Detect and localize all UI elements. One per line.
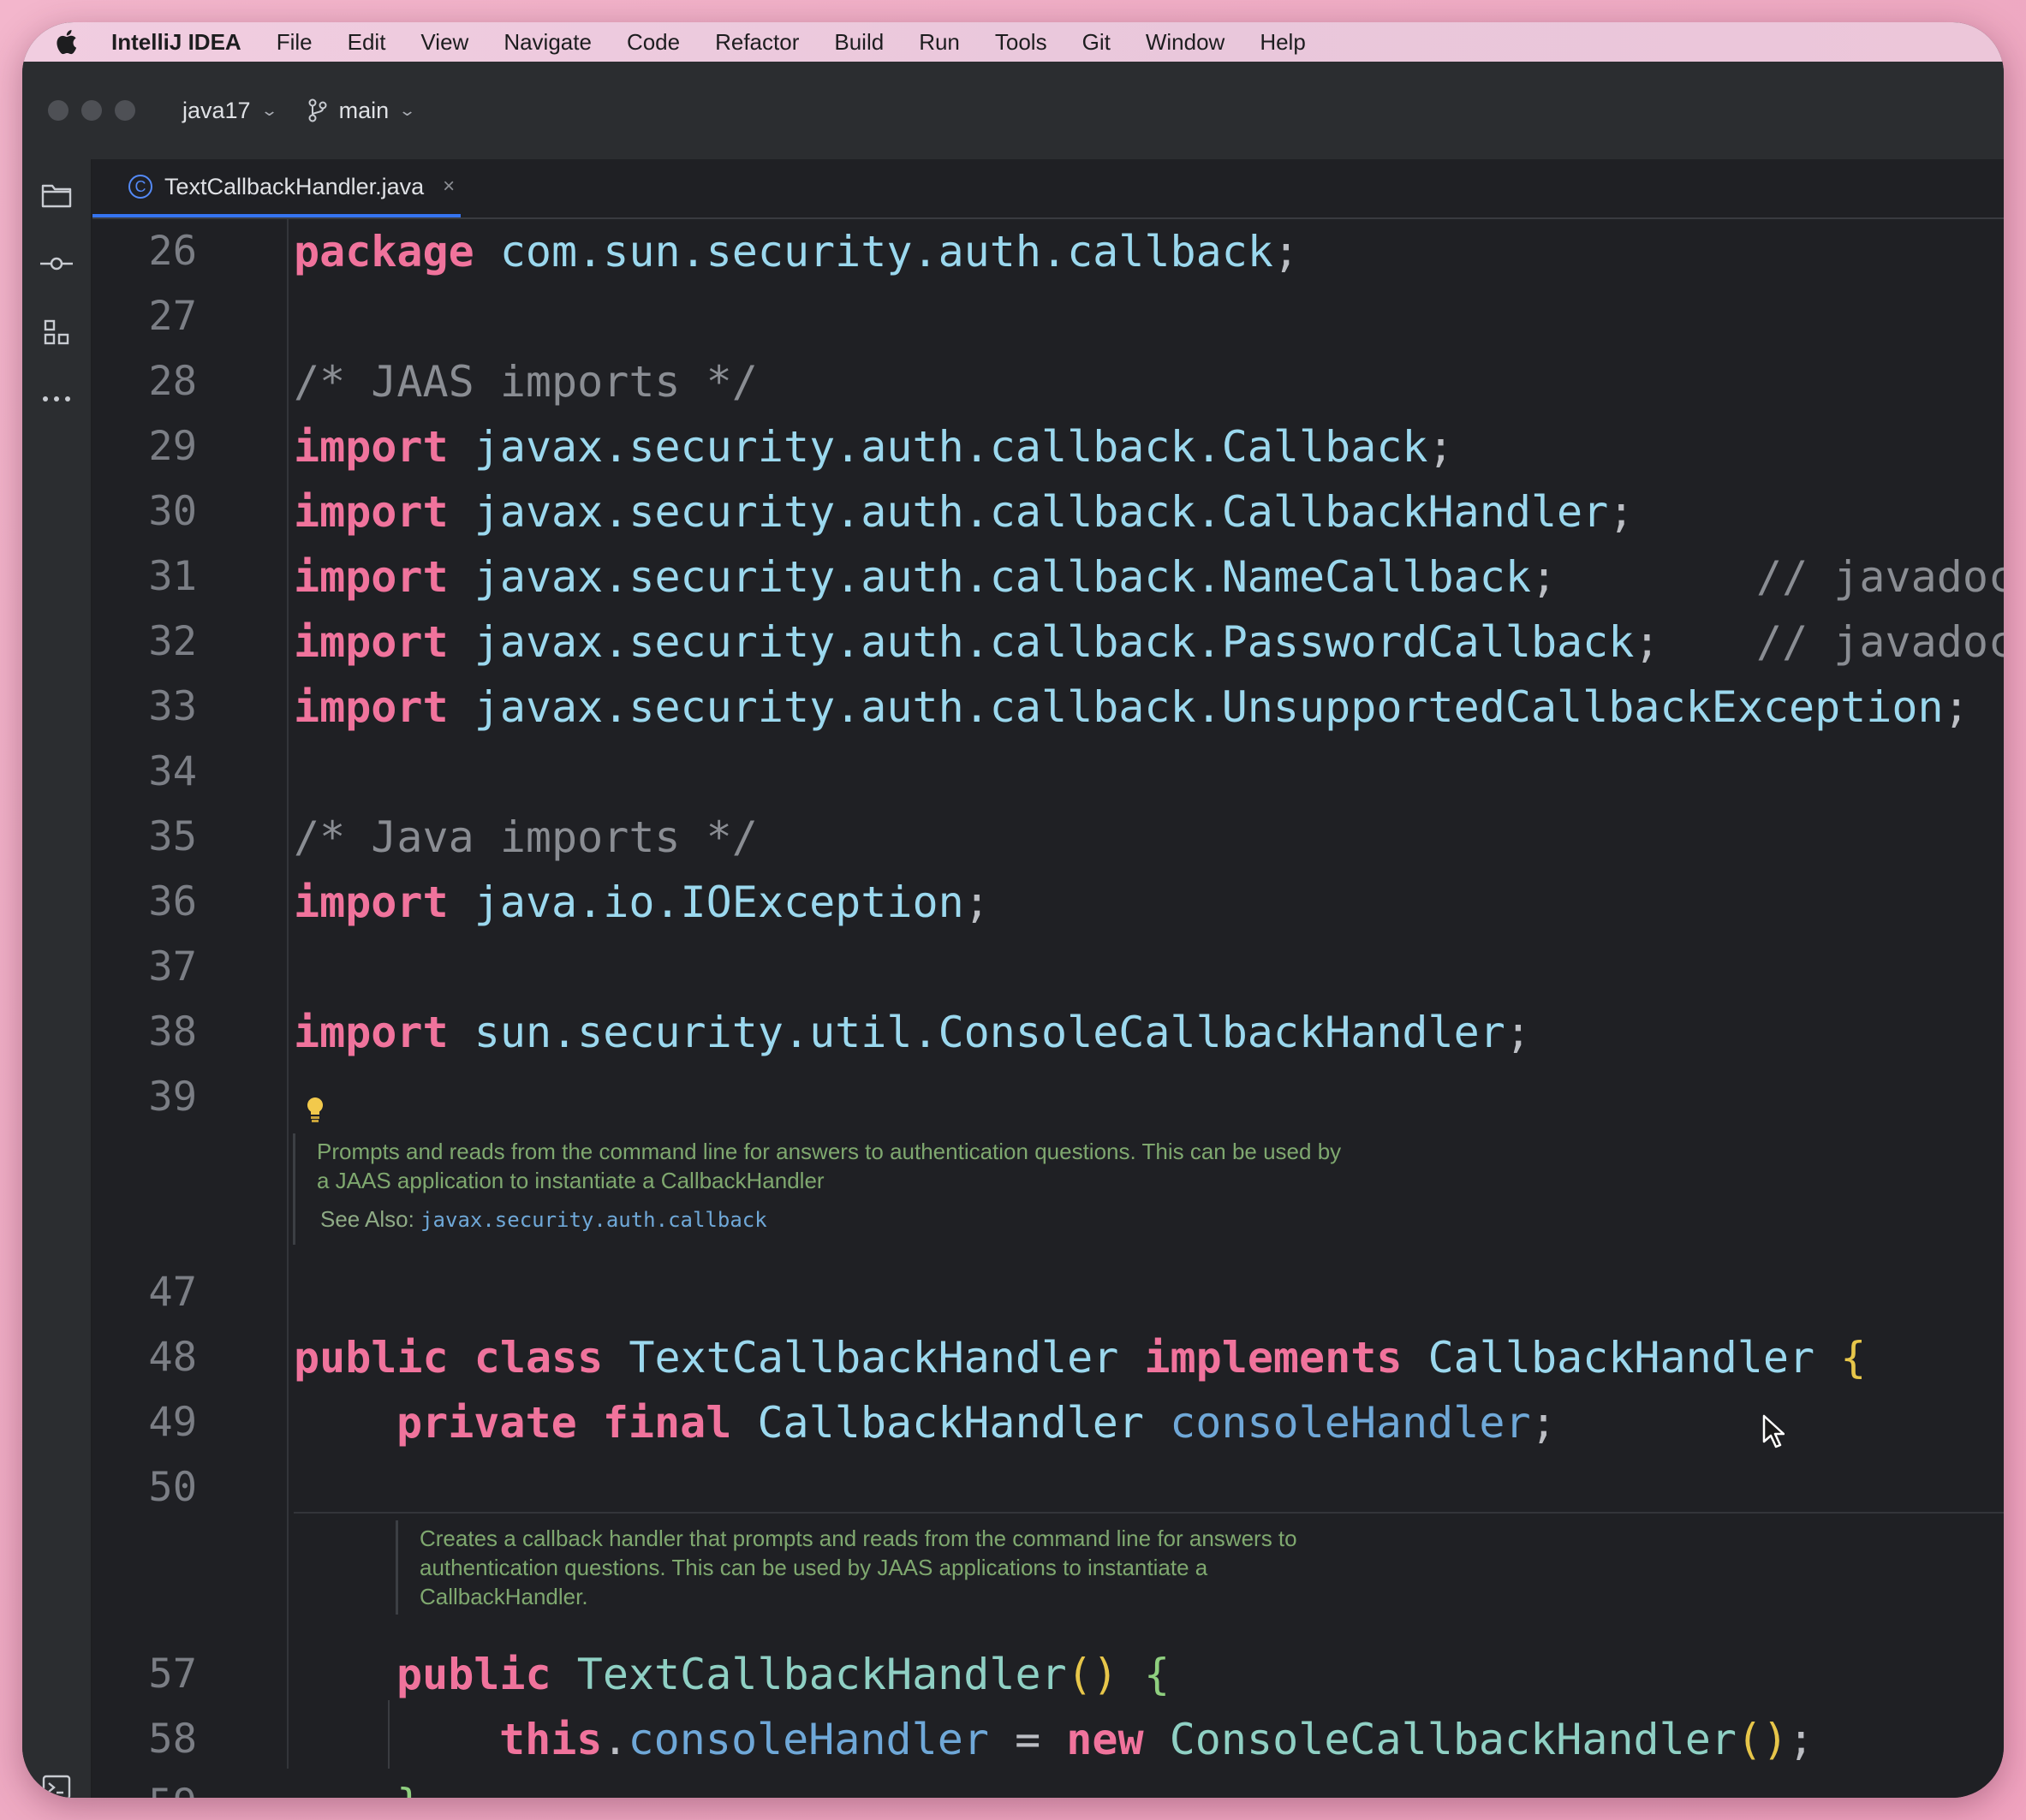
zoom-window-button[interactable] (115, 100, 135, 121)
menu-file[interactable]: File (277, 29, 313, 56)
java-class-icon: C (128, 175, 152, 199)
doc-text: CallbackHandler. (420, 1582, 1297, 1611)
line-number: 47 (92, 1260, 197, 1325)
menu-app-name[interactable]: IntelliJ IDEA (111, 29, 241, 56)
gutter-divider (287, 219, 289, 1769)
menu-code[interactable]: Code (627, 29, 680, 56)
see-also: See Also: javax.security.auth.callback (317, 1204, 1341, 1234)
line-number: 27 (92, 284, 197, 349)
code-line: this.consoleHandler = new ConsoleCallbac… (499, 1707, 1814, 1772)
line-number: 48 (92, 1325, 197, 1390)
chevron-down-icon: ⌄ (260, 102, 278, 120)
menu-edit[interactable]: Edit (348, 29, 386, 56)
lightbulb-icon[interactable] (305, 1096, 325, 1123)
line-number: 32 (92, 610, 197, 675)
code-line: public TextCallbackHandler() { (396, 1642, 1170, 1707)
menu-git[interactable]: Git (1082, 29, 1111, 56)
line-number: 28 (92, 349, 197, 414)
code-line: } (396, 1772, 422, 1798)
code-line: package com.sun.security.auth.callback; (294, 219, 1299, 284)
line-number: 59 (92, 1772, 197, 1798)
line-number: 31 (92, 544, 197, 610)
doc-text: Prompts and reads from the command line … (317, 1137, 1341, 1166)
code-line: import javax.security.auth.callback.Pass… (294, 610, 1660, 675)
code-line: import javax.security.auth.callback.Name… (294, 544, 1557, 610)
ide-window: IntelliJ IDEA File Edit View Navigate Co… (22, 22, 2004, 1798)
folder-icon[interactable] (39, 178, 74, 212)
terminal-icon[interactable] (39, 1770, 74, 1798)
tool-window-bar (22, 159, 92, 1798)
see-also-link[interactable]: javax.security.auth.callback (420, 1208, 767, 1232)
line-number: 29 (92, 414, 197, 479)
doc-bar (396, 1520, 398, 1615)
code-line: import javax.security.auth.callback.Call… (294, 479, 1634, 544)
editor-tab-bar: C TextCallbackHandler.java × (92, 159, 2004, 219)
line-number: 36 (92, 870, 197, 935)
code-comment: /* JAAS imports */ (294, 349, 758, 414)
minimize-window-button[interactable] (81, 100, 102, 121)
project-name: java17 (182, 98, 251, 124)
menu-tools[interactable]: Tools (995, 29, 1047, 56)
editor-tab[interactable]: C TextCallbackHandler.java × (92, 159, 461, 217)
tab-filename: TextCallbackHandler.java (164, 174, 424, 200)
line-number: 49 (92, 1390, 197, 1455)
see-also-label: See Also: (320, 1206, 414, 1232)
doc-text: a JAAS application to instantiate a Call… (317, 1166, 1341, 1195)
code-line: import sun.security.util.ConsoleCallback… (294, 1000, 1531, 1065)
menu-help[interactable]: Help (1260, 29, 1305, 56)
line-number: 39 (92, 1065, 197, 1130)
class-doc: Prompts and reads from the command line … (317, 1137, 1341, 1234)
chevron-down-icon: ⌄ (398, 102, 416, 120)
code-line: public class TextCallbackHandler impleme… (294, 1325, 1866, 1390)
doc-text: Creates a callback handler that prompts … (420, 1524, 1297, 1553)
line-number: 58 (92, 1707, 197, 1772)
menu-refactor[interactable]: Refactor (715, 29, 799, 56)
menu-bar: IntelliJ IDEA File Edit View Navigate Co… (22, 22, 2004, 62)
doc-text: authentication questions. This can be us… (420, 1553, 1297, 1582)
branch-name: main (339, 98, 390, 124)
menu-view[interactable]: View (420, 29, 468, 56)
branch-selector[interactable]: main ⌄ (308, 98, 414, 124)
commit-icon[interactable] (39, 247, 74, 281)
apple-icon[interactable] (55, 29, 80, 55)
line-number: 38 (92, 1000, 197, 1065)
line-number: 26 (92, 219, 197, 284)
project-selector[interactable]: java17 ⌄ (182, 98, 276, 124)
structure-icon[interactable] (39, 315, 74, 349)
line-number: 35 (92, 805, 197, 870)
separator (294, 1512, 2004, 1514)
code-line: import java.io.IOException; (294, 870, 990, 935)
doc-bar (293, 1133, 295, 1245)
constructor-doc: Creates a callback handler that prompts … (420, 1524, 1297, 1611)
menu-run[interactable]: Run (919, 29, 960, 56)
title-bar: java17 ⌄ main ⌄ (22, 62, 2004, 161)
line-number: 37 (92, 935, 197, 1000)
close-tab-icon[interactable]: × (443, 175, 455, 199)
line-number: 57 (92, 1642, 197, 1707)
menu-build[interactable]: Build (834, 29, 884, 56)
line-number: 33 (92, 675, 197, 740)
menu-window[interactable]: Window (1146, 29, 1225, 56)
indent-guide (388, 1700, 390, 1769)
code-editor[interactable]: 26 package com.sun.security.auth.callbac… (92, 219, 2004, 1798)
window-controls (48, 100, 148, 121)
code-line: private final CallbackHandler consoleHan… (396, 1390, 1557, 1455)
code-line: import javax.security.auth.callback.Call… (294, 414, 1454, 479)
code-line: import javax.security.auth.callback.Unsu… (294, 675, 1969, 740)
close-window-button[interactable] (48, 100, 69, 121)
mouse-cursor-icon (1762, 1414, 1785, 1448)
menu-navigate[interactable]: Navigate (504, 29, 592, 56)
more-icon[interactable] (39, 382, 74, 416)
line-number: 34 (92, 740, 197, 805)
code-comment: // javadoc (1756, 610, 2004, 675)
code-comment: /* Java imports */ (294, 805, 758, 870)
line-number: 30 (92, 479, 197, 544)
line-number: 50 (92, 1455, 197, 1520)
code-comment: // javadoc (1756, 544, 2004, 610)
branch-icon (308, 98, 327, 122)
